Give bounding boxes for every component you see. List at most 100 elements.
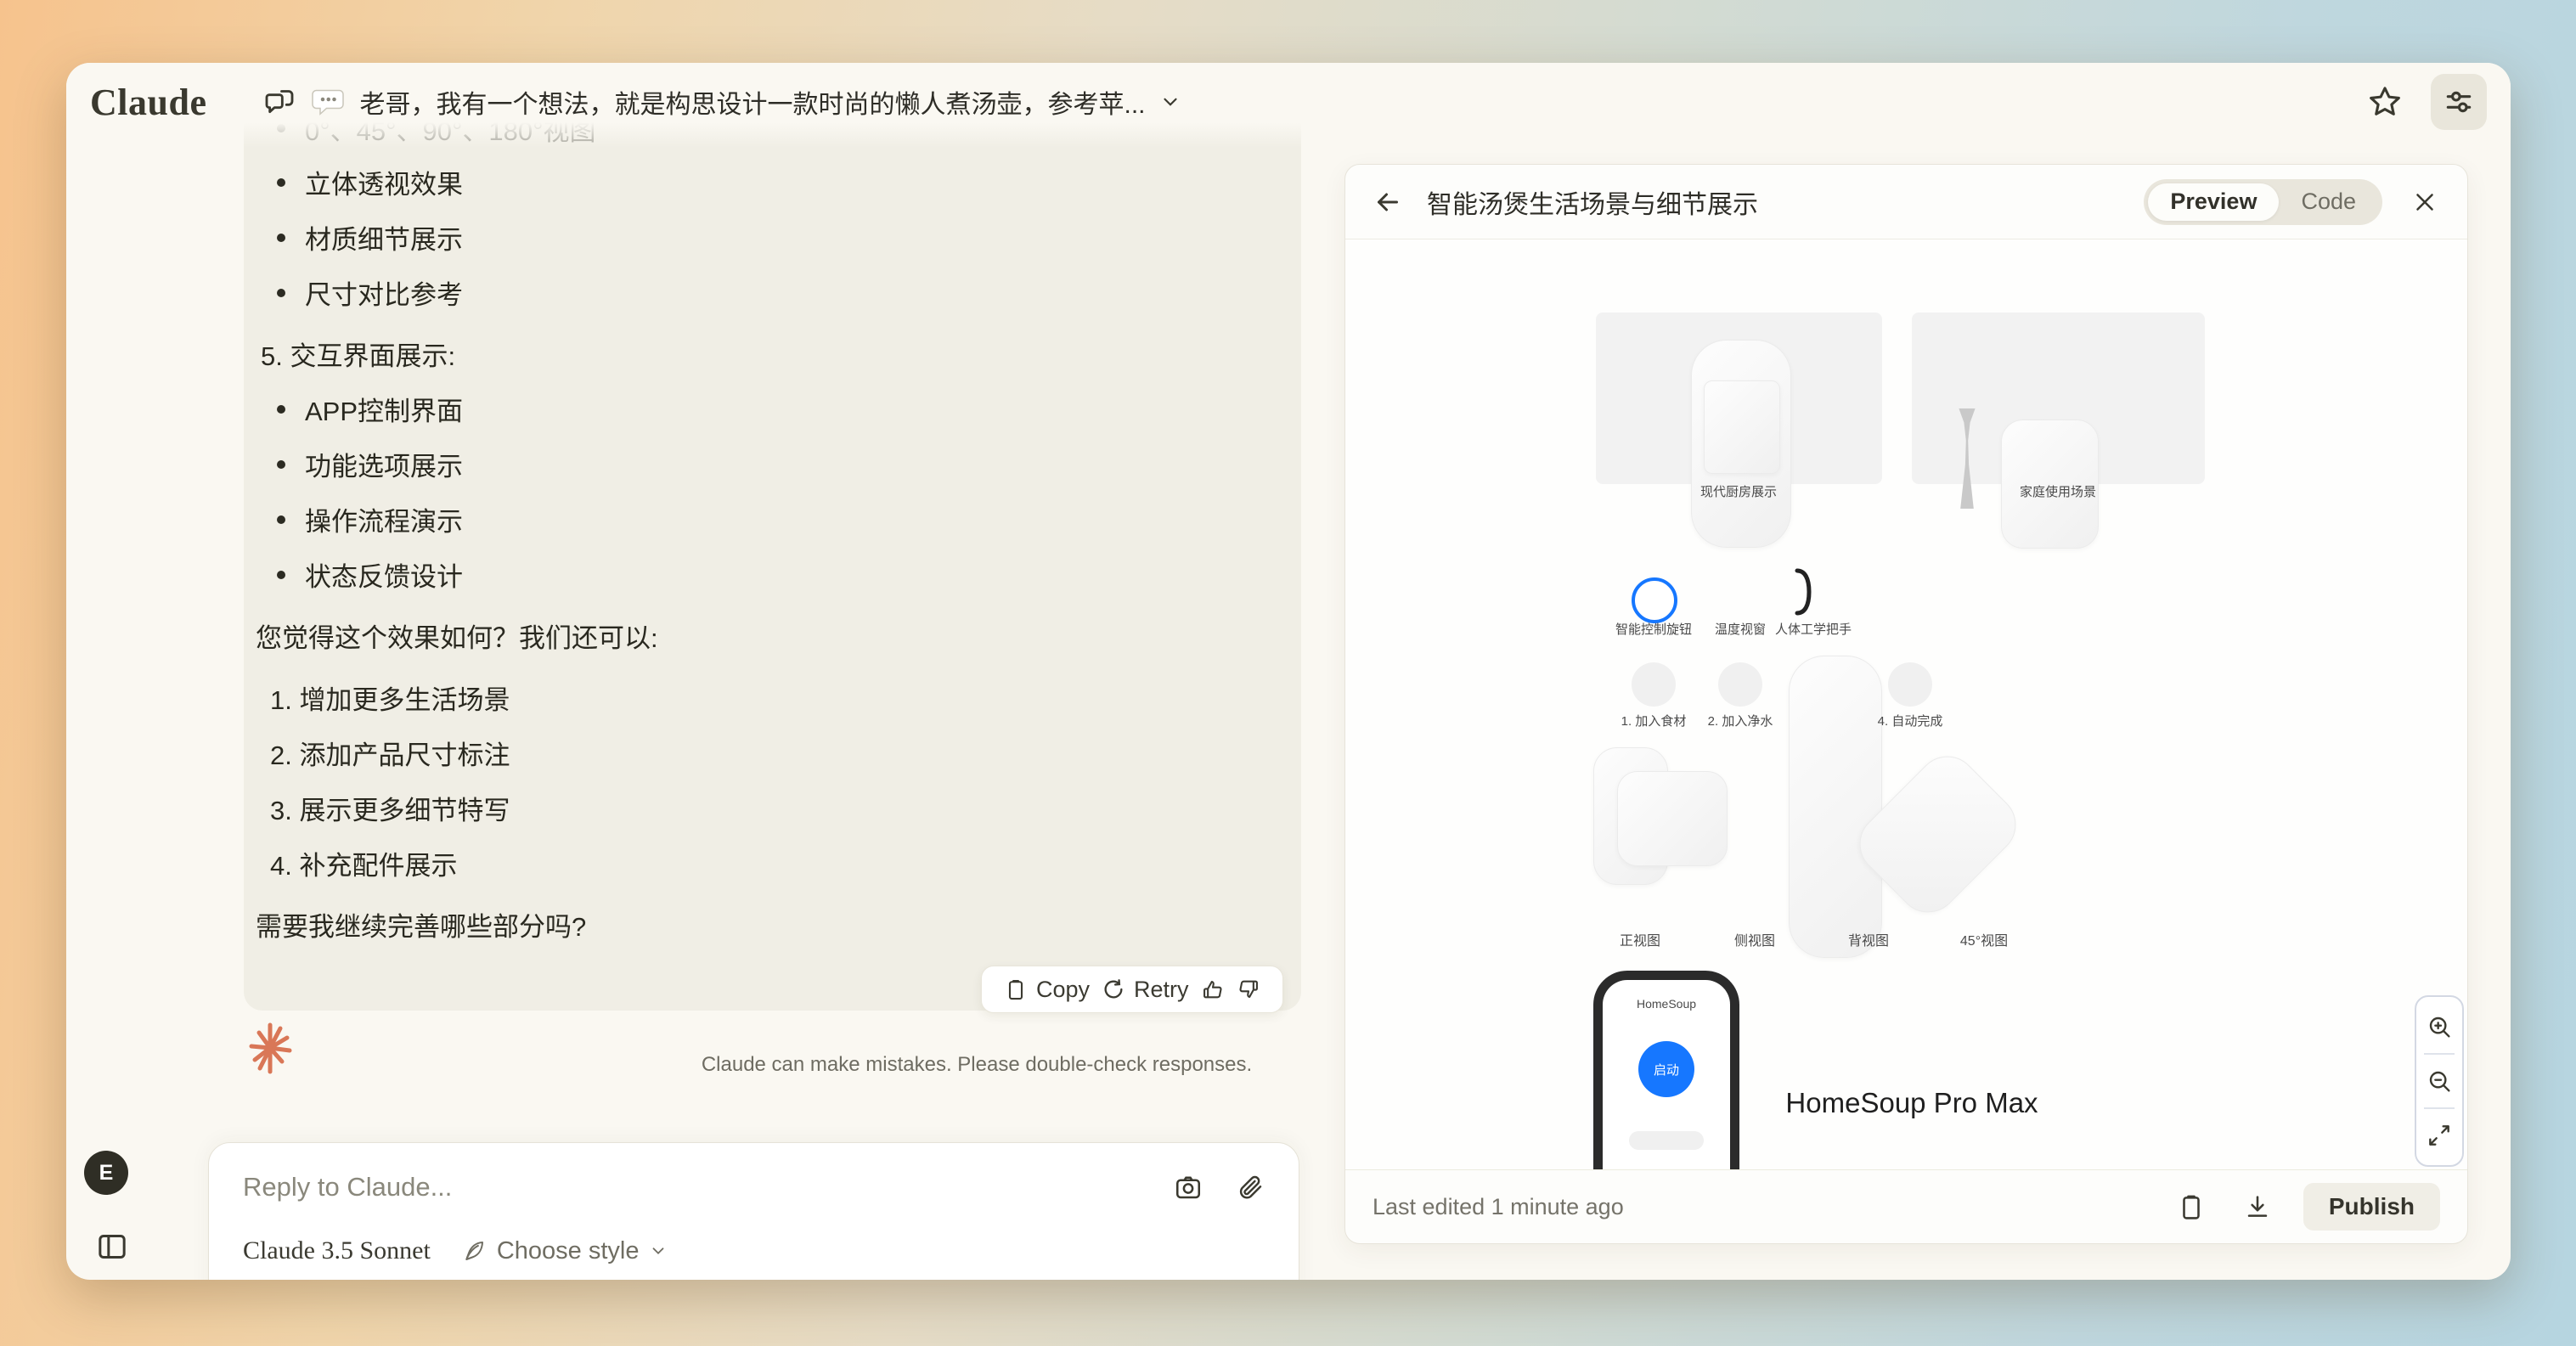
- step-caption: 2. 加入净水: [1647, 712, 1834, 729]
- back-button[interactable]: [1371, 185, 1405, 219]
- artifact-footer: Last edited 1 minute ago Publish: [1345, 1169, 2467, 1243]
- sidebar-icon: [95, 1230, 129, 1264]
- claude-starburst-icon: [243, 1021, 297, 1075]
- phone-start-button: 启动: [1638, 1041, 1694, 1097]
- list-item: 功能选项展示: [256, 436, 1284, 492]
- reply-input[interactable]: [243, 1172, 1173, 1202]
- claude-app-window: Claude 老哥，我有一个想法，就是构思设计一款时尚的懒人煮汤壶，参考苹...…: [66, 63, 2511, 1280]
- chat-title: 老哥，我有一个想法，就是构思设计一款时尚的懒人煮汤壶，参考苹...: [359, 83, 1145, 121]
- canvas-zoom-controls: [2415, 995, 2464, 1167]
- user-avatar[interactable]: E: [84, 1151, 128, 1195]
- copy-button[interactable]: Copy: [1004, 977, 1090, 1003]
- chat-title-menu[interactable]: 老哥，我有一个想法，就是构思设计一款时尚的懒人煮汤壶，参考苹...: [262, 83, 1181, 121]
- composer-model-row: Claude 3.5 Sonnet Choose style: [243, 1236, 1265, 1265]
- sliders-icon: [2443, 86, 2475, 118]
- bullet-dot: [277, 289, 285, 297]
- list-item: 材质细节展示: [256, 210, 1284, 265]
- artifact-preview-canvas: 现代厨房展示 家庭使用场景 智能控制旋钮 温度视窗 人体工学把手 1. 加入食材…: [1345, 239, 2467, 1169]
- front-view-lid-shape: [1617, 771, 1728, 866]
- model-selector[interactable]: Claude 3.5 Sonnet: [243, 1236, 431, 1265]
- camera-icon: [1173, 1172, 1203, 1202]
- attach-file-button[interactable]: [1236, 1173, 1265, 1202]
- preview-code-toggle: Preview Code: [2144, 179, 2382, 225]
- artifact-header: 智能汤煲生活场景与细节展示 Preview Code: [1345, 165, 2467, 239]
- app-header: Claude 老哥，我有一个想法，就是构思设计一款时尚的懒人煮汤壶，参考苹...: [66, 63, 2511, 148]
- download-artifact-button[interactable]: [2241, 1190, 2274, 1224]
- star-icon: [2366, 83, 2404, 121]
- expand-button[interactable]: [2425, 1121, 2454, 1150]
- last-edited-label: Last edited 1 minute ago: [1373, 1194, 1624, 1220]
- zoom-in-button[interactable]: [2425, 1012, 2454, 1041]
- bullet-dot: [277, 405, 285, 414]
- arrow-left-icon: [1373, 187, 1403, 217]
- pot-lid-shape: [1704, 380, 1780, 474]
- clipboard-icon: [2177, 1192, 2206, 1221]
- expand-icon: [2426, 1122, 2453, 1149]
- numbered-heading: 5. 交互界面展示:: [256, 326, 1284, 381]
- step-circle: [1888, 662, 1932, 707]
- phone-app-title: HomeSoup: [1603, 997, 1730, 1011]
- divider: [2424, 1053, 2455, 1055]
- product-name-label: HomeSoup Pro Max: [1784, 1087, 2039, 1119]
- download-icon: [2243, 1192, 2272, 1221]
- copy-artifact-button[interactable]: [2174, 1190, 2208, 1224]
- composer-card: Claude 3.5 Sonnet Choose style: [208, 1142, 1299, 1280]
- list-item: 尺寸对比参考: [256, 265, 1284, 320]
- list-item: 操作流程演示: [256, 492, 1284, 547]
- bullet-dot: [277, 178, 285, 187]
- tab-code[interactable]: Code: [2279, 183, 2378, 221]
- message-paragraph: 您觉得这个效果如何？我们还可以:: [256, 608, 1284, 663]
- bullet-dot: [277, 571, 285, 579]
- clipboard-icon: [1004, 977, 1028, 1001]
- assistant-message: 0°、45°、90°、180°视图 立体透视效果 材质细节展示 尺寸对比参考 5…: [244, 97, 1301, 1011]
- composer-input-row: [243, 1172, 1265, 1202]
- feature-caption: 人体工学把手: [1720, 620, 1907, 638]
- view-caption: 45°视图: [1899, 929, 2069, 949]
- sidebar-toggle-button[interactable]: [93, 1228, 131, 1265]
- bullet-dot: [277, 460, 285, 469]
- step-circle: [1718, 662, 1762, 707]
- message-paragraph: 需要我继续完善哪些部分吗?: [256, 897, 1284, 952]
- close-icon: [2410, 188, 2439, 217]
- numbered-item: 4. 补充配件展示: [256, 836, 1284, 891]
- thumbs-up-icon: [1201, 977, 1225, 1001]
- divider: [2424, 1107, 2455, 1109]
- tall-pot-shape: [1789, 656, 1882, 958]
- scene-caption: 家庭使用场景: [1964, 482, 2151, 500]
- zoom-in-icon: [2426, 1013, 2453, 1040]
- artifact-title: 智能汤煲生活场景与细节展示: [1427, 183, 1758, 221]
- phone-mockup: HomeSoup 启动: [1593, 971, 1739, 1169]
- tab-preview[interactable]: Preview: [2148, 183, 2279, 221]
- list-item: 状态反馈设计: [256, 547, 1284, 602]
- zoom-out-icon: [2426, 1067, 2453, 1095]
- list-item: APP控制界面: [256, 381, 1284, 436]
- screenshot-button[interactable]: [1173, 1172, 1203, 1202]
- phone-slider-placeholder: [1629, 1131, 1704, 1150]
- step-circle: [1632, 662, 1676, 707]
- disclaimer-text: Claude can make mistakes. Please double-…: [595, 1053, 1359, 1077]
- settings-button[interactable]: [2431, 74, 2487, 130]
- retry-icon: [1102, 977, 1125, 1001]
- composer-attachments: [1173, 1172, 1265, 1202]
- numbered-item: 3. 展示更多细节特写: [256, 780, 1284, 836]
- publish-button[interactable]: Publish: [2303, 1183, 2440, 1231]
- chevron-down-icon: [1159, 91, 1181, 113]
- paperclip-icon: [1236, 1173, 1265, 1202]
- zoom-out-button[interactable]: [2425, 1067, 2454, 1095]
- artifact-panel: 智能汤煲生活场景与细节展示 Preview Code 现代厨房展示 家庭使用场: [1344, 164, 2468, 1244]
- thumbs-down-icon: [1237, 977, 1260, 1001]
- scene-caption: 现代厨房展示: [1645, 482, 1832, 500]
- thumbs-up-button[interactable]: [1201, 977, 1225, 1001]
- quill-icon: [461, 1238, 487, 1264]
- choose-style-dropdown[interactable]: Choose style: [461, 1237, 668, 1265]
- close-artifact-button[interactable]: [2408, 185, 2442, 219]
- favorite-star-button[interactable]: [2361, 78, 2409, 126]
- numbered-item: 1. 增加更多生活场景: [256, 670, 1284, 725]
- chevron-down-icon: [649, 1242, 668, 1260]
- thumbs-down-button[interactable]: [1237, 977, 1260, 1001]
- claude-logo: Claude: [90, 81, 206, 124]
- control-knob-icon: [1632, 577, 1677, 623]
- typing-bubble-icon: [310, 86, 346, 118]
- retry-button[interactable]: Retry: [1102, 977, 1189, 1003]
- message-actions-toolbar: Copy Retry: [981, 966, 1283, 1013]
